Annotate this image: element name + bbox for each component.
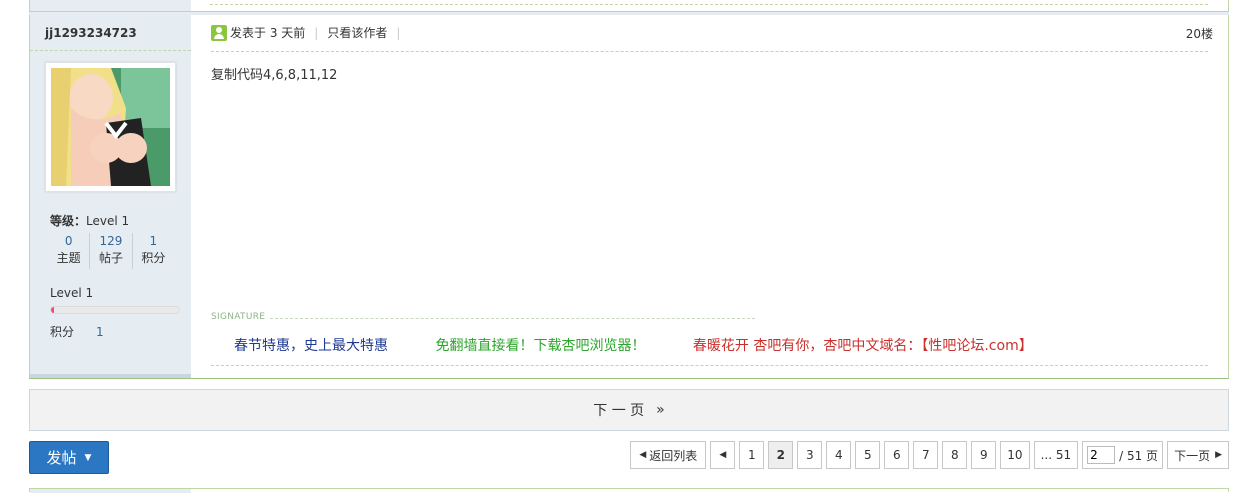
page-link[interactable]: 6 <box>884 441 910 469</box>
divider <box>211 365 1208 366</box>
page-total: / 51 页 <box>1119 448 1159 463</box>
author-stats: 0 主题 129 帖子 1 积分 <box>48 233 174 269</box>
level-title: Level 1 <box>50 286 94 300</box>
page-link[interactable]: 4 <box>826 441 852 469</box>
double-chevron-right-icon: » <box>656 402 665 418</box>
stat-number: 1 <box>149 234 158 248</box>
level-progress-bar <box>50 306 180 314</box>
author-name-link[interactable]: jj1293234723 <box>45 26 137 40</box>
forum-post: jj1293234723 等级：Level 1 0 主题 129 帖子 1 积分… <box>29 15 1229 379</box>
signature-link-domain[interactable]: 春暖花开 杏吧有你，杏吧中文域名：【性吧论坛.com】 <box>693 338 1033 354</box>
author-column-footer <box>30 374 191 378</box>
page-current[interactable]: 2 <box>768 441 794 469</box>
separator: | <box>396 25 401 40</box>
page-link[interactable]: 7 <box>913 441 939 469</box>
points-value: 1 <box>96 325 104 339</box>
signature-link-browser[interactable]: 免翻墙直接看！下载杏吧浏览器！ <box>435 338 645 354</box>
level-label: 等级： <box>50 214 87 228</box>
new-post-label: 发帖 <box>46 449 77 467</box>
stat-topics[interactable]: 0 主题 <box>48 233 91 269</box>
points-line: 积分 1 <box>50 323 104 340</box>
divider <box>270 318 755 319</box>
page-link-last[interactable]: ... 51 <box>1033 441 1079 469</box>
previous-post-edge <box>29 0 1229 12</box>
new-post-button[interactable]: 发帖 ▼ <box>29 441 109 474</box>
triangle-left-icon: ◀ <box>639 450 647 460</box>
post-header: 发表于 3 天前 | 只看该作者 | <box>211 24 409 41</box>
page-jump-input[interactable] <box>1087 446 1116 464</box>
back-to-list-button[interactable]: ◀ 返回列表 <box>630 441 707 469</box>
triangle-left-icon: ◀ <box>719 450 727 460</box>
separator: | <box>314 25 319 40</box>
only-author-link[interactable]: 只看该作者 <box>327 24 387 41</box>
prev-page-button[interactable]: ◀ <box>710 441 736 469</box>
page-jump: / 51 页 <box>1082 441 1164 469</box>
floor-number[interactable]: 20楼 <box>1186 25 1213 42</box>
post-content: 复制代码4,6,8,11,12 <box>211 68 338 83</box>
stat-posts[interactable]: 129 帖子 <box>90 233 133 269</box>
divider <box>211 51 1208 52</box>
page-link[interactable]: 10 <box>1000 441 1030 469</box>
signature-label: SIGNATURE <box>211 312 266 322</box>
avatar-image <box>51 68 170 186</box>
stat-label: 帖子 <box>98 251 123 265</box>
signature-link-promo[interactable]: 春节特惠，史上最大特惠 <box>234 338 388 354</box>
page-link[interactable]: 9 <box>971 441 997 469</box>
divider <box>30 50 191 51</box>
next-page-button[interactable]: 下一页 ▶ <box>1167 441 1229 469</box>
level-progress-fill <box>51 307 54 313</box>
stat-label: 主题 <box>56 251 81 265</box>
next-page-label: 下 一 页 <box>593 403 645 419</box>
divider <box>210 4 1208 5</box>
next-page-bar[interactable]: 下 一 页 » <box>29 389 1229 431</box>
post-time: 发表于 3 天前 <box>230 26 306 40</box>
level-value: Level 1 <box>86 214 130 228</box>
triangle-right-icon: ▶ <box>1215 450 1222 460</box>
page-link[interactable]: 8 <box>942 441 968 469</box>
previous-post-author-column <box>30 0 191 11</box>
page-link[interactable]: 5 <box>855 441 881 469</box>
level-line: 等级：Level 1 <box>50 212 129 229</box>
signature-links: 春节特惠，史上最大特惠 免翻墙直接看！下载杏吧浏览器！ 春暖花开 杏吧有你，杏吧… <box>234 335 1076 355</box>
stat-number: 129 <box>99 234 123 248</box>
next-page-button-label: 下一页 <box>1174 448 1211 463</box>
author-column: jj1293234723 等级：Level 1 0 主题 129 帖子 1 积分… <box>30 15 191 378</box>
back-to-list-label: 返回列表 <box>649 448 698 463</box>
avatar[interactable] <box>45 62 176 192</box>
points-label: 积分 <box>50 325 75 339</box>
next-post-author-column <box>30 489 191 493</box>
next-post-edge <box>29 488 1229 493</box>
stat-number: 0 <box>64 234 73 248</box>
stat-label: 积分 <box>141 251 166 265</box>
page-link[interactable]: 1 <box>739 441 765 469</box>
user-icon <box>211 24 227 41</box>
caret-down-icon: ▼ <box>84 452 92 463</box>
page-link[interactable]: 3 <box>797 441 823 469</box>
pagination: ◀ 返回列表 ◀ 1 2 3 4 5 6 7 8 9 10 ... 51 / 5… <box>626 441 1229 469</box>
stat-points[interactable]: 1 积分 <box>133 233 174 269</box>
